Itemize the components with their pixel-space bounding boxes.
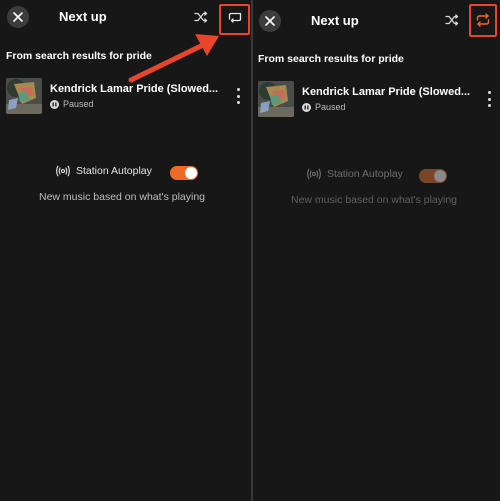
close-button[interactable]	[7, 6, 29, 28]
track-status-label: Paused	[315, 102, 346, 112]
more-options-button[interactable]	[233, 88, 243, 104]
close-icon	[265, 16, 275, 26]
track-status: Paused	[50, 99, 94, 109]
shuffle-icon	[445, 14, 459, 26]
track-row[interactable]: Kendrick Lamar Pride (Slowed... Paused	[0, 78, 251, 118]
album-art	[258, 81, 294, 117]
close-button[interactable]	[259, 10, 281, 32]
panel-title: Next up	[311, 13, 359, 28]
station-autoplay-toggle[interactable]	[419, 169, 447, 183]
shuffle-button[interactable]	[193, 9, 209, 25]
panel-title: Next up	[59, 9, 107, 24]
next-up-panel-left: Next up From search results for pride Ke…	[0, 0, 251, 501]
next-up-panel-right: Next up From search results for pride Ke…	[253, 0, 500, 501]
track-status-label: Paused	[63, 99, 94, 109]
station-autoplay-row: Station Autoplay	[55, 165, 152, 177]
station-autoplay-description: New music based on what's playing	[39, 191, 206, 203]
repeat-icon	[476, 13, 490, 27]
more-options-button[interactable]	[484, 91, 494, 107]
pause-icon	[50, 99, 59, 109]
shuffle-button[interactable]	[444, 12, 460, 28]
track-status: Paused	[302, 102, 346, 112]
source-label: From search results for pride	[258, 53, 404, 65]
track-row[interactable]: Kendrick Lamar Pride (Slowed... Paused	[253, 81, 500, 121]
source-label: From search results for pride	[6, 50, 152, 62]
album-art	[6, 78, 42, 114]
pause-icon	[302, 102, 311, 112]
repeat-button[interactable]	[474, 11, 492, 29]
close-icon	[13, 12, 23, 22]
station-autoplay-label: Station Autoplay	[327, 168, 403, 180]
station-autoplay-label: Station Autoplay	[76, 165, 152, 177]
repeat-button[interactable]	[226, 9, 244, 27]
broadcast-icon	[56, 165, 70, 177]
repeat-icon	[228, 12, 242, 23]
broadcast-icon	[307, 168, 321, 180]
track-title: Kendrick Lamar Pride (Slowed...	[302, 86, 471, 98]
shuffle-icon	[194, 11, 208, 23]
station-autoplay-description: New music based on what's playing	[291, 194, 458, 206]
track-title: Kendrick Lamar Pride (Slowed...	[50, 83, 219, 95]
station-autoplay-toggle[interactable]	[170, 166, 198, 180]
station-autoplay-row: Station Autoplay	[306, 168, 403, 180]
